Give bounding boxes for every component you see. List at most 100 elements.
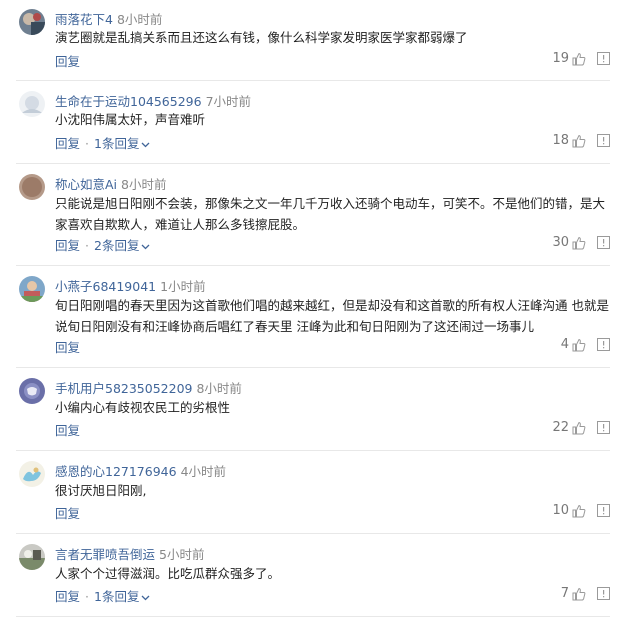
comment-header: 言者无罪喷吾倒运 5小时前 <box>55 544 204 563</box>
comment-text: 小编内心有歧视农民工的劣根性 <box>55 400 231 415</box>
comment-header: 雨落花下4 8小时前 <box>55 9 162 28</box>
comment-text: 小沈阳伟属太奸，声音难听 <box>55 112 206 127</box>
comment-time: 1小时前 <box>160 279 206 294</box>
comment-divider <box>16 450 610 451</box>
report-icon[interactable] <box>597 504 610 517</box>
comment-text: 人家个个过得滋润。比吃瓜群众强多了。 <box>55 566 281 581</box>
thumbs-up-icon[interactable] <box>572 587 586 601</box>
comment-header: 小燕子68419041 1小时前 <box>55 276 206 295</box>
comment-item: 称心如意Ai 8小时前 只能说是旭日阳刚不会装，那像朱之文一年几千万收入还骑个电动… <box>0 165 638 267</box>
separator-dot: · <box>85 238 89 253</box>
comment-actions: 回复 <box>55 337 80 356</box>
comment-header: 感恩的心127176946 4小时前 <box>55 461 226 480</box>
expand-replies-button[interactable]: 2条回复 <box>94 238 150 253</box>
comment-right-actions: 19 <box>552 51 610 66</box>
comment-time: 8小时前 <box>116 12 163 27</box>
comment-divider <box>16 533 610 534</box>
separator-dot: · <box>85 589 89 604</box>
comment-header: 生命在于运动104565296 7小时前 <box>55 91 251 110</box>
reply-count: 1条回复 <box>94 589 140 604</box>
user-avatar-icon[interactable] <box>19 174 45 200</box>
reply-count: 1条回复 <box>94 136 140 151</box>
report-icon[interactable] <box>597 421 610 434</box>
user-avatar-icon[interactable] <box>19 276 45 302</box>
comment-username[interactable]: 手机用户58235052209 <box>55 381 192 396</box>
comment-text: 演艺圈就是乱搞关系而且还这么有钱，像什么科学家发明家医学家都弱爆了 <box>55 30 468 45</box>
comment-item: 小燕子68419041 1小时前 旬日阳刚唱的春天里因为这首歌他们唱的越来越红，但… <box>0 267 638 369</box>
user-avatar-icon[interactable] <box>19 461 45 487</box>
comment-divider <box>16 80 610 81</box>
comment-username[interactable]: 感恩的心127176946 <box>55 464 177 479</box>
like-count: 19 <box>552 51 569 66</box>
thumbs-up-icon[interactable] <box>572 52 586 66</box>
comment-username[interactable]: 小燕子68419041 <box>55 279 156 294</box>
comment-right-actions: 22 <box>552 420 610 435</box>
reply-count: 2条回复 <box>94 238 140 253</box>
comment-username[interactable]: 生命在于运动104565296 <box>55 94 202 109</box>
comment-right-actions: 30 <box>552 235 610 250</box>
user-avatar-icon[interactable] <box>19 9 45 35</box>
chevron-down-icon <box>141 244 150 250</box>
comment-divider <box>16 265 610 266</box>
like-count: 7 <box>560 586 569 601</box>
comment-username[interactable]: 言者无罪喷吾倒运 <box>55 547 155 562</box>
report-icon[interactable] <box>597 236 610 249</box>
like-count: 18 <box>552 133 569 148</box>
comment-right-actions: 18 <box>552 133 610 148</box>
comment-actions: 回复 · 1条回复 <box>55 133 150 152</box>
separator-dot: · <box>85 136 89 151</box>
comment-right-actions: 10 <box>552 503 610 518</box>
user-avatar-icon[interactable] <box>19 91 45 117</box>
comment-text: 很讨厌旭日阳刚, <box>55 483 147 498</box>
chevron-down-icon <box>141 595 150 601</box>
comment-item: 生命在于运动104565296 7小时前 小沈阳伟属太奸，声音难听 回复 · 1条回复… <box>0 82 638 165</box>
expand-replies-button[interactable]: 1条回复 <box>94 136 150 151</box>
reply-button[interactable]: 回复 <box>55 423 80 438</box>
like-count: 22 <box>552 420 569 435</box>
comment-item: 手机用户58235052209 8小时前 小编内心有歧视农民工的劣根性 回复 22 <box>0 369 638 452</box>
comment-username[interactable]: 称心如意Ai <box>55 177 117 192</box>
comment-time: 8小时前 <box>196 381 242 396</box>
comment-item: 感恩的心127176946 4小时前 很讨厌旭日阳刚, 回复 10 <box>0 452 638 535</box>
like-count: 10 <box>552 503 569 518</box>
comment-text: 只能说是旭日阳刚不会装，那像朱之文一年几千万收入还骑个电动车，可笑不。不是他们的… <box>55 196 606 232</box>
reply-button[interactable]: 回复 <box>55 506 80 521</box>
thumbs-up-icon[interactable] <box>572 134 586 148</box>
comment-time: 8小时前 <box>121 177 167 192</box>
comment-right-actions: 4 <box>561 337 610 352</box>
comment-divider <box>16 163 610 164</box>
user-avatar-icon[interactable] <box>19 544 45 570</box>
comment-divider <box>16 367 610 368</box>
comment-actions: 回复 <box>55 51 80 70</box>
thumbs-up-icon[interactable] <box>572 421 586 435</box>
user-avatar-icon[interactable] <box>19 378 45 404</box>
comment-text: 旬日阳刚唱的春天里因为这首歌他们唱的越来越红，但是却没有和这首歌的所有权人汪峰沟… <box>55 298 609 334</box>
comment-item: 雨落花下4 8小时前 演艺圈就是乱搞关系而且还这么有钱，像什么科学家发明家医学家都… <box>0 0 638 82</box>
reply-button[interactable]: 回复 <box>55 340 80 355</box>
comment-right-actions: 7 <box>561 586 610 601</box>
comment-actions: 回复 <box>55 503 80 522</box>
comment-time: 4小时前 <box>180 464 227 479</box>
reply-button[interactable]: 回复 <box>55 589 80 604</box>
expand-replies-button[interactable]: 1条回复 <box>94 589 150 604</box>
comment-time: 5小时前 <box>159 547 205 562</box>
reply-button[interactable]: 回复 <box>55 238 80 253</box>
thumbs-up-icon[interactable] <box>572 504 586 518</box>
comment-actions: 回复 · 2条回复 <box>55 235 150 254</box>
comment-divider <box>16 616 610 617</box>
comment-time: 7小时前 <box>205 94 252 109</box>
thumbs-up-icon[interactable] <box>572 338 586 352</box>
report-icon[interactable] <box>597 52 610 65</box>
like-count: 4 <box>560 337 569 352</box>
report-icon[interactable] <box>597 134 610 147</box>
like-count: 30 <box>552 235 569 250</box>
reply-button[interactable]: 回复 <box>55 136 80 151</box>
report-icon[interactable] <box>597 587 610 600</box>
report-icon[interactable] <box>597 338 610 351</box>
thumbs-up-icon[interactable] <box>572 236 586 250</box>
comment-username[interactable]: 雨落花下4 <box>55 12 113 27</box>
comment-actions: 回复 <box>55 420 80 439</box>
comment-item: 言者无罪喷吾倒运 5小时前 人家个个过得滋润。比吃瓜群众强多了。 回复 · 1条回复 … <box>0 535 638 621</box>
reply-button[interactable]: 回复 <box>55 54 80 69</box>
chevron-down-icon <box>141 142 150 148</box>
